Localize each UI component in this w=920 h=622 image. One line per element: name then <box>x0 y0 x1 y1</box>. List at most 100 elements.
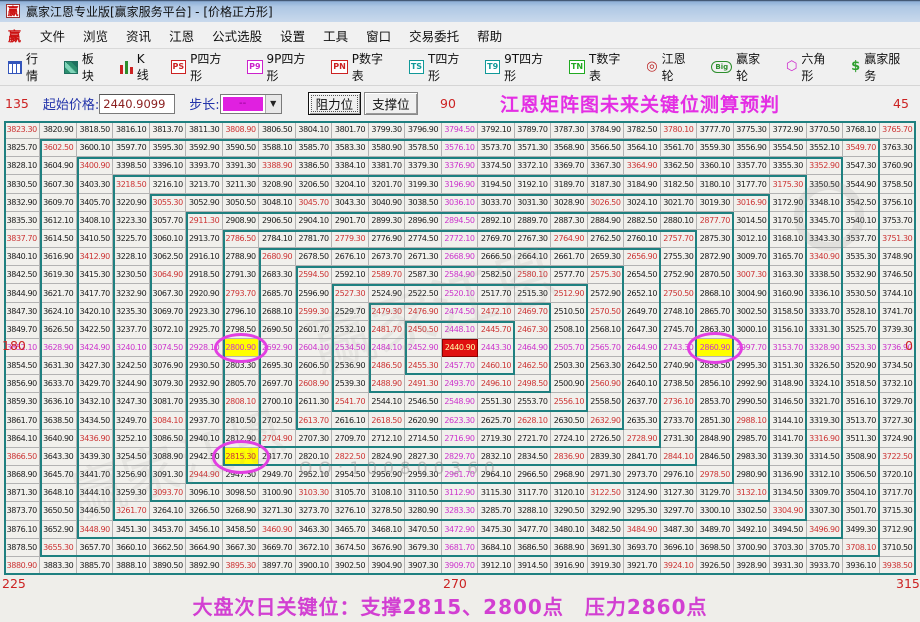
menu-gann[interactable]: 江恩 <box>160 23 203 48</box>
toolbar-gann-wheel[interactable]: ◎ 江恩轮 <box>646 50 697 84</box>
matrix-cell: 3187.30 <box>587 175 625 194</box>
title-bar: 赢 赢家江恩专业版[赢家服务平台] - [价格正方形] <box>0 0 920 22</box>
t-table-icon: TN <box>568 60 586 74</box>
matrix-cell: 3261.70 <box>113 502 150 521</box>
toolbar-service[interactable]: $ 赢家服务 <box>851 50 912 84</box>
matrix-cell: 3028.90 <box>551 193 588 212</box>
menu-tools[interactable]: 工具 <box>314 23 357 48</box>
matrix-cell: 2558.50 <box>587 393 625 412</box>
matrix-cell: 2644.90 <box>624 338 661 358</box>
menu-browse[interactable]: 浏览 <box>74 23 117 48</box>
toolbar-t-square[interactable]: TS T四方形 <box>408 50 471 84</box>
matrix-cell: 3374.50 <box>478 157 515 176</box>
matrix-cell: 3501.70 <box>843 502 880 521</box>
matrix-cell: 3271.30 <box>259 502 296 521</box>
matrix-cell: 3319.30 <box>806 411 844 430</box>
matrix-cell: 3420.10 <box>76 302 114 321</box>
toolbar-p-square[interactable]: PS P四方形 <box>170 50 234 84</box>
matrix-cell: 2488.90 <box>368 375 406 394</box>
menu-news[interactable]: 资讯 <box>117 23 160 48</box>
matrix-cell: 2692.90 <box>259 338 296 358</box>
toolbar-t-table[interactable]: TN T数字表 <box>568 50 632 84</box>
matrix-cell: 2812.90 <box>222 429 260 448</box>
menu-settings[interactable]: 设置 <box>271 23 314 48</box>
step-label: 步长: <box>189 98 220 113</box>
matrix-cell: 2683.30 <box>259 266 296 285</box>
matrix-cell: 3794.50 <box>441 121 479 140</box>
matrix-cell: 3902.50 <box>332 556 369 575</box>
toolbar-label: P四方形 <box>190 52 222 83</box>
matrix-cell: 3765.70 <box>879 121 916 140</box>
matrix-cell: 3031.30 <box>514 193 552 212</box>
matrix-cell: 3806.50 <box>259 121 296 140</box>
toolbar-9p-square[interactable]: P9 9P四方形 <box>247 50 317 84</box>
matrix-cell: 2539.30 <box>332 375 369 394</box>
start-price-input[interactable] <box>99 93 176 114</box>
matrix-cell: 3895.30 <box>222 556 260 575</box>
matrix-cell: 3384.10 <box>332 157 369 176</box>
matrix-cell: 3681.70 <box>441 538 479 557</box>
toolbar-sectors[interactable]: 板块 <box>63 50 106 84</box>
toolbar-kline[interactable]: K线 <box>119 52 157 83</box>
matrix-cell: 3036.10 <box>441 193 479 212</box>
matrix-cell: 3180.10 <box>697 175 734 194</box>
matrix-cell: 2954.50 <box>332 466 369 485</box>
t9-square-icon: T9 <box>485 60 501 74</box>
matrix-cell: 3489.70 <box>697 520 734 539</box>
matrix-cell: 3309.70 <box>806 484 844 503</box>
matrix-cell: 2707.30 <box>295 429 333 448</box>
matrix-cell: 3357.70 <box>733 157 771 176</box>
matrix-cell: 3132.10 <box>733 484 771 503</box>
matrix-cell: 3741.70 <box>879 302 916 321</box>
chevron-down-icon[interactable]: ▼ <box>264 94 281 113</box>
menu-help[interactable]: 帮助 <box>468 23 511 48</box>
matrix-cell: 2695.30 <box>259 357 296 376</box>
matrix-cell: 2556.10 <box>551 393 588 412</box>
matrix-cell: 3811.30 <box>186 121 223 140</box>
matrix-cell: 3060.10 <box>149 229 187 249</box>
matrix-cell: 3016.90 <box>733 193 771 212</box>
bottom-angle-labels: 225 270 315 <box>0 576 920 591</box>
toolbar-hexagon[interactable]: ⬡ 六角形 <box>786 50 837 84</box>
support-button[interactable]: 支撑位 <box>364 92 418 115</box>
matrix-cell: 3576.10 <box>441 139 479 158</box>
matrix-cell: 2570.50 <box>587 302 625 321</box>
menu-window[interactable]: 窗口 <box>357 23 400 48</box>
matrix-cell: 3808.90 <box>222 121 260 140</box>
menu-trade[interactable]: 交易委托 <box>400 23 468 48</box>
matrix-cell: 3916.90 <box>551 556 588 575</box>
matrix-cell: 3472.90 <box>441 520 479 539</box>
matrix-cell: 3568.90 <box>551 139 588 158</box>
menu-file[interactable]: 文件 <box>31 23 74 48</box>
matrix-cell: 3064.90 <box>149 266 187 285</box>
matrix-cell: 3820.90 <box>40 121 77 140</box>
toolbar-p-table[interactable]: PN P数字表 <box>331 50 395 84</box>
resistance-button[interactable]: 阻力位 <box>307 92 362 115</box>
matrix-cell: 3600.10 <box>76 139 114 158</box>
matrix-cell: 3045.70 <box>295 193 333 212</box>
matrix-cell: 3249.70 <box>113 411 150 430</box>
matrix-cell: 3878.50 <box>4 538 41 557</box>
matrix-cell: 3664.90 <box>186 538 223 557</box>
menu-formula-stockpick[interactable]: 公式选股 <box>203 23 271 48</box>
toolbar-quotes[interactable]: 行情 <box>8 50 50 84</box>
matrix-cell: 3218.50 <box>113 175 150 194</box>
matrix-cell: 2503.30 <box>551 357 588 376</box>
toolbar-winner-wheel[interactable]: Big 赢家轮 <box>711 50 772 84</box>
matrix-cell: 2829.70 <box>441 447 479 467</box>
matrix-cell: 3787.30 <box>551 121 588 140</box>
matrix-cell: 3264.10 <box>149 502 187 521</box>
matrix-cell: 2656.90 <box>624 248 661 267</box>
matrix-cell: 2791.30 <box>222 266 260 285</box>
matrix-cell: 2968.90 <box>551 466 588 485</box>
matrix-cell: 2911.30 <box>186 211 223 230</box>
toolbar-9t-square[interactable]: T9 9T四方形 <box>485 50 555 84</box>
matrix-cell: 3559.30 <box>697 139 734 158</box>
matrix-cell: 2496.10 <box>478 375 515 394</box>
matrix-cell: 3127.30 <box>660 484 698 503</box>
gann-wheel-icon: ◎ <box>646 59 658 74</box>
step-dropdown[interactable]: -- ▼ <box>219 93 282 114</box>
matrix-cell: 2760.10 <box>624 229 661 249</box>
matrix-cell: 2467.30 <box>514 320 552 339</box>
matrix-cell: 2515.30 <box>514 284 552 303</box>
